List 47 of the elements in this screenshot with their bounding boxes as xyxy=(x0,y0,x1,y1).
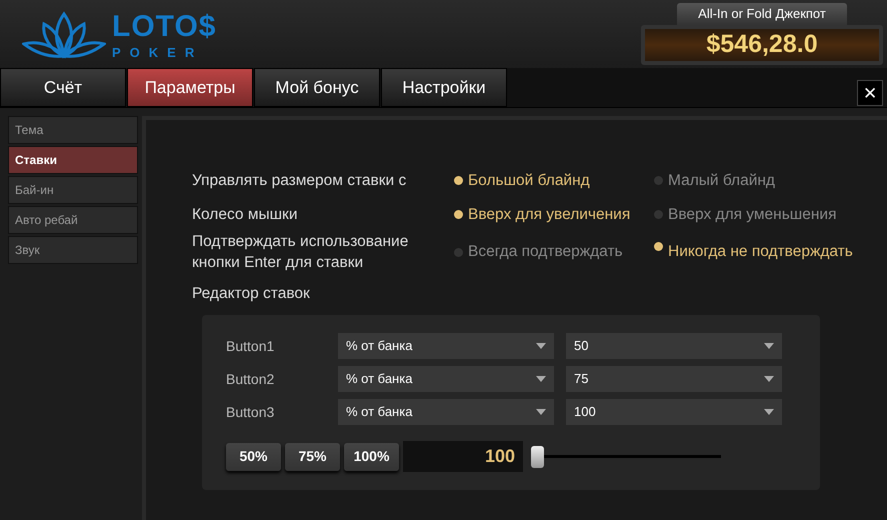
logo-subtitle: POKER xyxy=(112,46,204,58)
radio-option[interactable]: Вверх для уменьшения xyxy=(654,204,854,226)
dropdown[interactable]: % от банка xyxy=(338,399,554,426)
preset-button[interactable]: 100% xyxy=(344,442,399,471)
setting-label: Колесо мышки xyxy=(192,204,298,225)
close-button[interactable]: ✕ xyxy=(857,80,883,106)
caret-icon xyxy=(536,409,546,416)
radio-option[interactable]: Вверх для увеличения xyxy=(454,204,654,226)
caret-icon xyxy=(536,343,546,350)
dropdown[interactable]: 100 xyxy=(566,399,782,426)
button-label: Button1 xyxy=(226,336,276,356)
bet-amount-field[interactable]: 100 xyxy=(403,441,523,472)
preset-button[interactable]: 50% xyxy=(226,442,281,471)
lotus-logo-icon xyxy=(22,10,106,60)
tab[interactable]: Настройки xyxy=(381,68,507,107)
jackpot-rolling-digits: .0 xyxy=(796,28,818,60)
sidebar-item[interactable]: Авто ребай xyxy=(8,206,138,234)
dropdown[interactable]: 75 xyxy=(566,366,782,392)
radio-option[interactable]: Большой блайнд xyxy=(454,170,654,192)
button-label: Button2 xyxy=(226,370,276,389)
radio-option[interactable]: Всегда подтверждать xyxy=(454,242,654,264)
setting-label: Подтверждать использование кнопки Enter для ставки xyxy=(192,232,410,273)
jackpot-title: All-In or Fold Джекпот xyxy=(677,3,847,24)
dropdown[interactable]: % от банка xyxy=(338,333,554,360)
caret-icon xyxy=(764,343,774,350)
slider-track[interactable] xyxy=(544,455,721,458)
button-label: Button3 xyxy=(226,402,276,422)
logo-text: LOTO$ xyxy=(112,12,216,42)
setting-label: Управлять размером ставки с xyxy=(192,170,408,191)
jackpot-amount: $546,28 xyxy=(706,28,797,60)
sidebar-item[interactable]: Ставки xyxy=(8,146,138,174)
slider-thumb[interactable] xyxy=(531,446,544,468)
tab[interactable]: Параметры xyxy=(127,68,253,107)
caret-icon xyxy=(764,376,774,382)
section-title: Редактор ставок xyxy=(192,284,311,304)
radio-option[interactable]: Малый блайнд xyxy=(654,170,854,192)
sidebar-item[interactable]: Бай-ин xyxy=(8,176,138,204)
caret-icon xyxy=(764,409,774,416)
dropdown[interactable]: % от банка xyxy=(338,366,554,392)
dropdown[interactable]: 50 xyxy=(566,333,782,360)
sidebar-item[interactable]: Звук xyxy=(8,236,138,264)
tab[interactable]: Счёт xyxy=(0,68,126,107)
caret-icon xyxy=(536,376,546,382)
tab[interactable]: Мой бонус xyxy=(254,68,380,107)
preset-button[interactable]: 75% xyxy=(285,442,340,471)
radio-option[interactable]: Никогда не подтверждать xyxy=(654,242,854,264)
sidebar-item[interactable]: Тема xyxy=(8,116,138,144)
